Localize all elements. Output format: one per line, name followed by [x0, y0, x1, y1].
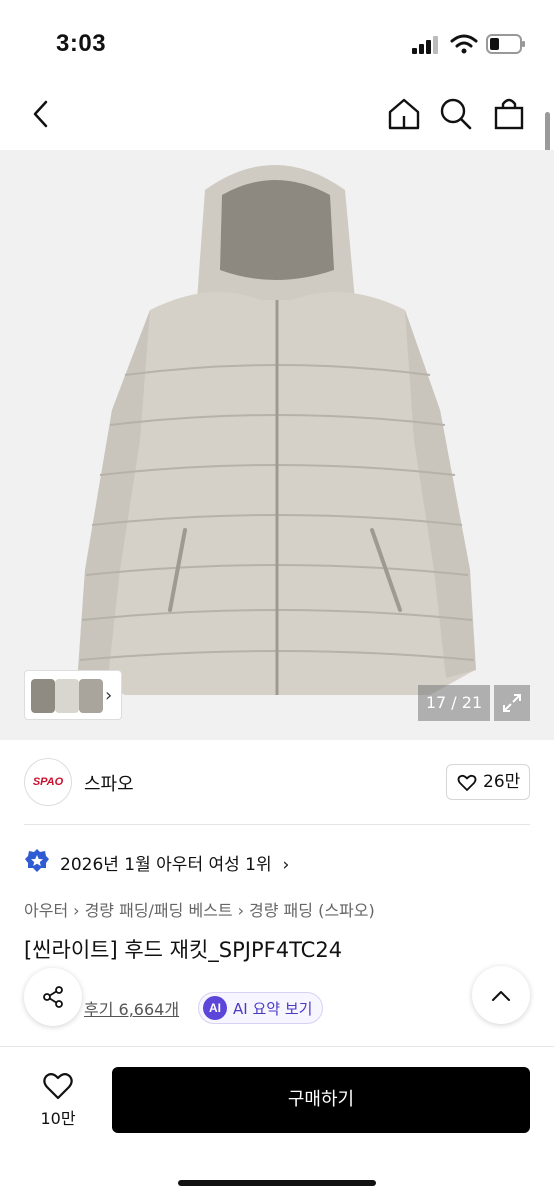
wifi-icon — [450, 34, 478, 54]
share-icon — [43, 986, 63, 1008]
heart-icon — [457, 774, 477, 791]
expand-icon[interactable] — [494, 685, 530, 721]
brand-name[interactable]: 스파오 — [84, 770, 134, 796]
thumbnail-image[interactable] — [31, 679, 55, 713]
search-icon[interactable] — [436, 94, 476, 134]
ai-summary-button[interactable]: AI AI 요약 보기 — [198, 992, 324, 1024]
ai-badge-icon: AI — [203, 996, 227, 1020]
bottom-action-bar: 10만 구매하기 — [0, 1046, 554, 1200]
top-nav — [0, 84, 554, 144]
shopping-bag-icon[interactable] — [490, 94, 530, 134]
scroll-top-button[interactable] — [472, 966, 530, 1024]
signal-icon — [412, 36, 438, 54]
status-bar: 3:03 — [0, 0, 554, 80]
breadcrumb-item[interactable]: 아우터 — [24, 901, 68, 920]
thumbnail-image[interactable] — [55, 679, 79, 713]
share-button[interactable] — [24, 968, 82, 1026]
chevron-right-icon[interactable]: › — [105, 685, 112, 706]
buy-button[interactable]: 구매하기 — [112, 1067, 530, 1133]
favorite-count: 10만 — [40, 1109, 76, 1128]
status-time: 3:03 — [56, 30, 107, 57]
home-icon[interactable] — [384, 94, 424, 134]
heart-icon — [43, 1073, 73, 1100]
product-image-gallery[interactable]: › 17 / 21 — [0, 150, 554, 740]
brand-row[interactable]: SPAO 스파오 26만 — [0, 756, 554, 808]
battery-icon — [486, 34, 525, 54]
back-icon[interactable] — [24, 94, 64, 134]
thumbnail-strip[interactable]: › — [24, 670, 122, 720]
brand-logo[interactable]: SPAO — [24, 758, 72, 806]
ranking-badge-icon — [25, 849, 49, 872]
product-image — [78, 165, 476, 695]
chevron-up-icon — [492, 991, 510, 1001]
image-counter: 17 / 21 — [418, 685, 490, 721]
product-title: [씬라이트] 후드 재킷_SPJPF4TC24 — [24, 938, 343, 962]
brand-like-count: 26만 — [483, 772, 521, 792]
home-indicator — [178, 1180, 376, 1186]
chevron-right-icon: › — [73, 901, 80, 920]
review-count-link[interactable]: 후기 6,664개 — [84, 996, 179, 1020]
ai-summary-label: AI 요약 보기 — [233, 999, 313, 1018]
favorite-button[interactable]: 10만 — [28, 1071, 88, 1131]
breadcrumb-item[interactable]: 경량 패딩/패딩 베스트 — [85, 901, 233, 920]
divider — [24, 824, 530, 825]
chevron-right-icon: › — [237, 901, 245, 920]
brand-like-button[interactable]: 26만 — [446, 764, 530, 800]
breadcrumb-item[interactable]: 경량 패딩 (스파오) — [249, 901, 375, 920]
thumbnail-image[interactable] — [79, 679, 103, 713]
ranking-text: 2026년 1월 아우터 여성 1위 › — [60, 855, 290, 875]
breadcrumb: 아우터 › 경량 패딩/패딩 베스트 › 경량 패딩 (스파오) — [24, 897, 375, 921]
